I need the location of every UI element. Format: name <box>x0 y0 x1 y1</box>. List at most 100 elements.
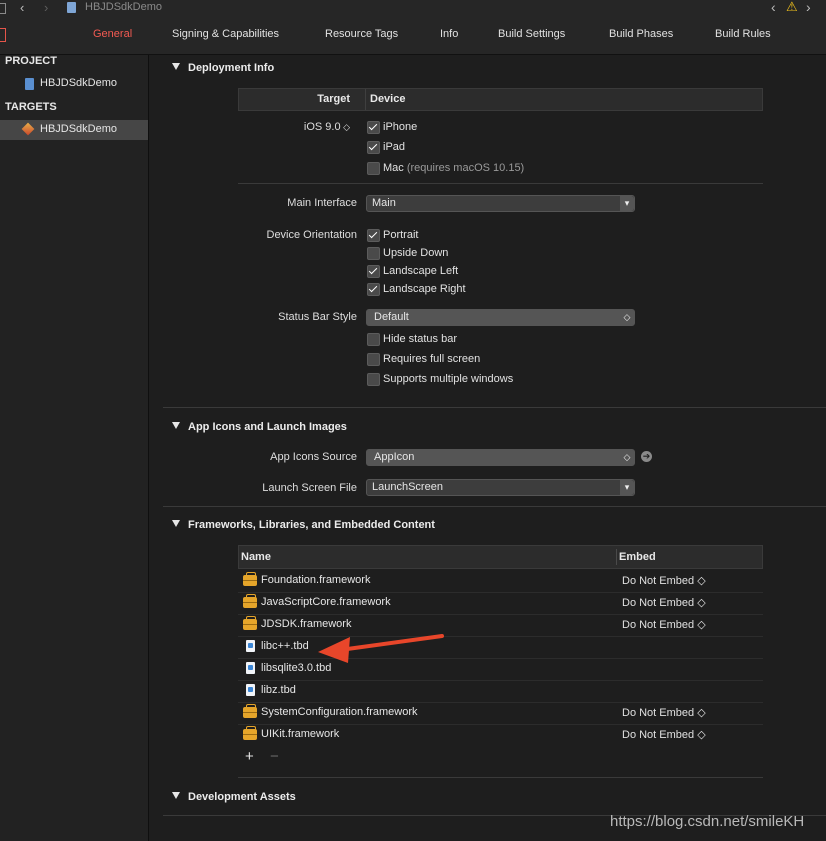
device-column-header: Device <box>370 93 406 105</box>
landscape-right-checkbox[interactable] <box>367 283 380 296</box>
sidebar-item-target[interactable]: HBJDSdkDemo <box>0 120 148 140</box>
status-bar-style-value: Default <box>374 311 409 323</box>
tab-general[interactable]: General <box>93 28 132 40</box>
frameworks-header[interactable]: Frameworks, Libraries, and Embedded Cont… <box>172 519 435 531</box>
requires-full-screen-checkbox[interactable] <box>367 353 380 366</box>
chevron-down-icon[interactable]: ▾ <box>620 480 634 495</box>
warning-icon[interactable]: ⚠ <box>786 0 798 15</box>
framework-icon <box>243 594 257 608</box>
disclosure-triangle-icon[interactable] <box>172 520 180 527</box>
table-row[interactable]: SystemConfiguration.framework Do Not Embe… <box>238 702 763 725</box>
remove-library-button[interactable]: − <box>270 748 279 765</box>
nav-grid-icon[interactable] <box>0 3 6 14</box>
popup-stepper-icon: ◇ <box>623 452 631 462</box>
issue-back-icon[interactable]: ‹ <box>771 0 776 15</box>
embed-popup[interactable]: Do Not Embed ◇ <box>622 574 706 587</box>
table-row[interactable]: UIKit.framework Do Not Embed ◇ <box>238 724 763 746</box>
issue-forward-icon[interactable]: › <box>806 0 811 15</box>
library-name: Foundation.framework <box>261 574 371 586</box>
sidebar-target-label: HBJDSdkDemo <box>40 123 118 135</box>
tab-build-settings[interactable]: Build Settings <box>498 28 565 40</box>
embed-popup[interactable]: Do Not Embed ◇ <box>622 596 706 609</box>
back-chevron-icon[interactable]: ‹ <box>20 0 24 15</box>
main-interface-value: Main <box>372 197 396 209</box>
table-row[interactable]: JavaScriptCore.framework Do Not Embed ◇ <box>238 592 763 615</box>
sidebar-toggle-icon[interactable] <box>0 28 6 42</box>
upside-down-checkbox[interactable] <box>367 247 380 260</box>
tab-info[interactable]: Info <box>440 28 458 40</box>
project-sidebar: PROJECT HBJDSdkDemo TARGETS HBJDSdkDemo <box>0 55 149 841</box>
breadcrumb-project[interactable]: HBJDSdkDemo <box>85 1 162 13</box>
launch-screen-combo[interactable]: LaunchScreen ▾ <box>366 479 635 496</box>
tab-signing-capabilities[interactable]: Signing & Capabilities <box>172 28 279 40</box>
embed-popup[interactable]: Do Not Embed ◇ <box>622 618 706 631</box>
embed-column-header[interactable]: Embed <box>619 551 656 563</box>
landscape-left-label: Landscape Left <box>383 265 459 277</box>
divider <box>238 183 763 184</box>
library-name: libc++.tbd <box>261 640 309 652</box>
upside-down-label: Upside Down <box>383 247 449 259</box>
popup-stepper-icon: ◇ <box>623 312 631 322</box>
tbd-file-icon <box>246 684 255 696</box>
app-icons-source-value: AppIcon <box>374 451 415 463</box>
ipad-checkbox[interactable] <box>367 141 380 154</box>
deployment-info-header[interactable]: Deployment Info <box>172 62 274 74</box>
deployment-table-header: Target Device <box>238 88 763 111</box>
section-divider <box>163 407 826 408</box>
frameworks-title: Frameworks, Libraries, and Embedded Cont… <box>188 519 435 531</box>
status-bar-style-label: Status Bar Style <box>278 311 357 323</box>
status-bar-style-popup[interactable]: Default ◇ <box>366 309 635 326</box>
mac-label-text: Mac <box>383 162 404 174</box>
chevron-down-icon[interactable]: ▾ <box>620 196 634 211</box>
disclosure-triangle-icon[interactable] <box>172 792 180 799</box>
mac-label: Mac (requires macOS 10.15) <box>383 162 524 174</box>
table-row[interactable]: Foundation.framework Do Not Embed ◇ <box>238 570 763 593</box>
ios-version-stepper[interactable]: iOS 9.0 ◇ <box>304 121 350 133</box>
library-name: UIKit.framework <box>261 728 340 740</box>
landscape-right-label: Landscape Right <box>383 283 466 295</box>
main-interface-label: Main Interface <box>287 197 357 209</box>
go-arrow-icon[interactable]: ➔ <box>641 451 652 462</box>
tab-resource-tags[interactable]: Resource Tags <box>325 28 398 40</box>
tbd-file-icon <box>246 662 255 674</box>
mac-checkbox[interactable] <box>367 162 380 175</box>
top-toolbar: ‹ › HBJDSdkDemo ‹ ⚠ › <box>0 0 826 16</box>
name-column-header[interactable]: Name <box>241 551 271 563</box>
app-icons-source-popup[interactable]: AppIcon ◇ <box>366 449 635 466</box>
framework-icon <box>243 726 257 740</box>
library-name: JavaScriptCore.framework <box>261 596 391 608</box>
sidebar-item-project[interactable]: HBJDSdkDemo <box>0 74 148 94</box>
add-library-button[interactable]: + <box>245 748 254 765</box>
disclosure-triangle-icon[interactable] <box>172 422 180 429</box>
launch-screen-value: LaunchScreen <box>372 481 443 493</box>
tbd-file-icon <box>246 640 255 652</box>
disclosure-triangle-icon[interactable] <box>172 63 180 70</box>
framework-icon <box>243 572 257 586</box>
embed-popup[interactable]: Do Not Embed ◇ <box>622 728 706 741</box>
section-divider <box>163 506 826 507</box>
tab-build-rules[interactable]: Build Rules <box>715 28 771 40</box>
portrait-checkbox[interactable] <box>367 229 380 242</box>
table-row[interactable]: libz.tbd <box>238 680 763 703</box>
targets-section-header: TARGETS <box>5 101 57 113</box>
tab-build-phases[interactable]: Build Phases <box>609 28 673 40</box>
mac-requirement-note: (requires macOS 10.15) <box>406 162 525 174</box>
device-orientation-label: Device Orientation <box>266 229 358 241</box>
project-section-header: PROJECT <box>5 55 57 67</box>
supports-multiple-windows-checkbox[interactable] <box>367 373 380 386</box>
portrait-label: Portrait <box>383 229 419 241</box>
divider <box>238 777 763 778</box>
forward-chevron-icon[interactable]: › <box>44 0 48 15</box>
development-assets-title: Development Assets <box>188 791 296 803</box>
app-icons-header[interactable]: App Icons and Launch Images <box>172 421 347 433</box>
hide-status-bar-checkbox[interactable] <box>367 333 380 346</box>
main-interface-combo[interactable]: Main ▾ <box>366 195 635 212</box>
watermark: https://blog.csdn.net/smileKH <box>610 813 805 830</box>
embed-popup[interactable]: Do Not Embed ◇ <box>622 706 706 719</box>
ipad-label: iPad <box>383 141 406 153</box>
app-icons-title: App Icons and Launch Images <box>188 421 347 433</box>
development-assets-header[interactable]: Development Assets <box>172 791 296 803</box>
iphone-checkbox[interactable] <box>367 121 380 134</box>
ios-version-value: iOS 9.0 <box>303 121 341 133</box>
landscape-left-checkbox[interactable] <box>367 265 380 278</box>
